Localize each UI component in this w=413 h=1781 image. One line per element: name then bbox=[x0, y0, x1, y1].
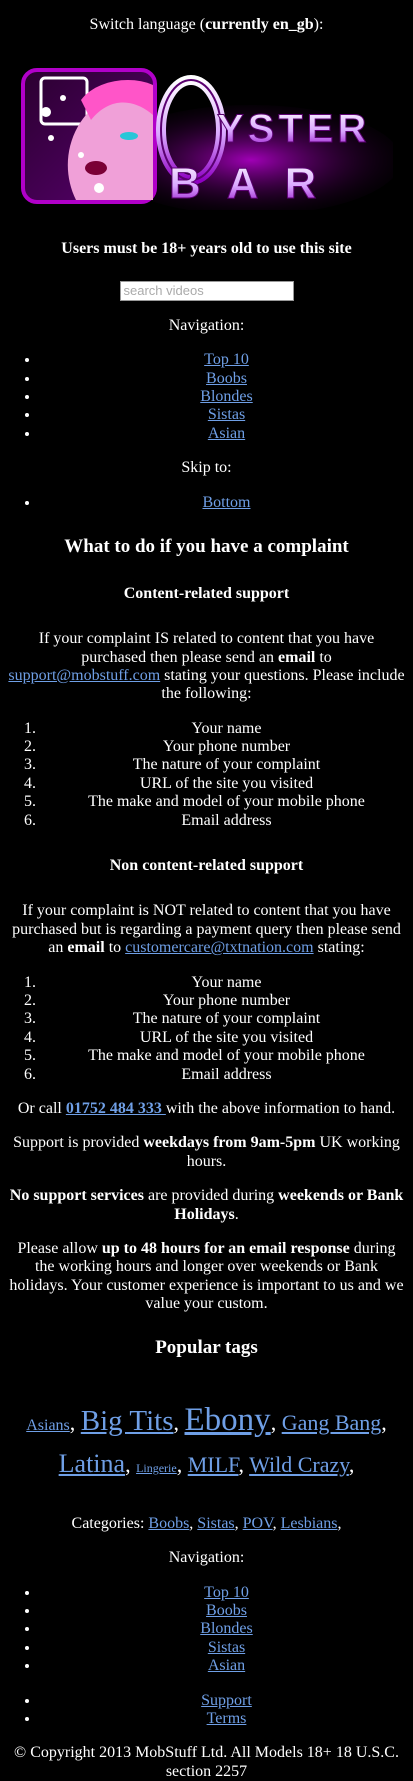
footer-link-sistas[interactable]: Sistas bbox=[208, 1639, 245, 1656]
tag-link-big-tits[interactable]: Big Tits bbox=[81, 1405, 174, 1437]
list-item: Your name bbox=[40, 974, 413, 992]
nav-link-boobs[interactable]: Boobs bbox=[206, 370, 247, 387]
category-link-pov[interactable]: POV bbox=[243, 1515, 273, 1532]
skip-list: Bottom bbox=[0, 494, 413, 512]
category-link-lesbians[interactable]: Lesbians bbox=[281, 1515, 338, 1532]
noncontent-support-text: If your complaint is NOT related to cont… bbox=[12, 902, 401, 957]
site-logo[interactable]: YSTER BAR bbox=[20, 60, 393, 211]
tag-link-asians[interactable]: Asians bbox=[26, 1417, 70, 1434]
current-language[interactable]: currently en_gb bbox=[205, 16, 314, 33]
skip-link-bottom[interactable]: Bottom bbox=[202, 494, 250, 511]
tag-link-wild-crazy[interactable]: Wild Crazy bbox=[249, 1452, 349, 1477]
tag-separator: , bbox=[348, 1452, 355, 1478]
list-item: The make and model of your mobile phone bbox=[40, 1047, 413, 1065]
nav-item: Terms bbox=[40, 1710, 413, 1728]
tag-link-ebony[interactable]: Ebony bbox=[185, 1402, 271, 1438]
language-suffix: ): bbox=[313, 16, 324, 33]
nav-list: Top 10 Boobs Blondes Sistas Asian bbox=[0, 351, 413, 443]
nav-link-asian[interactable]: Asian bbox=[208, 425, 245, 442]
nav-item: Blondes bbox=[40, 388, 413, 406]
list-item: Email address bbox=[40, 812, 413, 830]
list-item: Your phone number bbox=[40, 738, 413, 756]
categories: Categories: Boobs, Sistas, POV, Lesbians… bbox=[71, 1514, 342, 1532]
list-item: URL of the site you visited bbox=[40, 775, 413, 793]
tag-link-milf[interactable]: MILF bbox=[188, 1452, 239, 1477]
tag-separator: , bbox=[238, 1452, 250, 1478]
footer-link-asian[interactable]: Asian bbox=[208, 1657, 245, 1674]
tag-separator: , bbox=[270, 1410, 282, 1436]
nav-item: Asian bbox=[40, 1657, 413, 1675]
tag-link-gang-bang[interactable]: Gang Bang bbox=[282, 1410, 382, 1435]
customercare-email-link[interactable]: customercare@txtnation.com bbox=[125, 939, 313, 956]
list-item: Your phone number bbox=[40, 992, 413, 1010]
oyster-bar-logo-icon: YSTER BAR bbox=[20, 60, 393, 211]
tag-link-latina[interactable]: Latina bbox=[59, 1449, 125, 1478]
nav-label: Navigation: bbox=[168, 316, 245, 334]
skip-label: Skip to: bbox=[181, 459, 232, 477]
tag-separator: , bbox=[69, 1410, 81, 1436]
nav-item: Sistas bbox=[40, 406, 413, 424]
tag-separator: , bbox=[381, 1410, 387, 1436]
nav-item: Top 10 bbox=[40, 351, 413, 369]
response-time-text: Please allow up to 48 hours for an email… bbox=[9, 1239, 404, 1313]
nav-item: Support bbox=[40, 1692, 413, 1710]
nav-item: Blondes bbox=[40, 1620, 413, 1638]
search-input[interactable] bbox=[119, 280, 294, 301]
no-support-text: No support services are provided during … bbox=[9, 1187, 404, 1223]
support-hours-text: Support is provided weekdays from 9am-5p… bbox=[13, 1134, 400, 1170]
search-form bbox=[0, 280, 413, 301]
noncontent-support-title: Non content-related support bbox=[109, 857, 304, 875]
category-link-boobs[interactable]: Boobs bbox=[148, 1515, 189, 1532]
categories-label: Categories: bbox=[71, 1514, 149, 1532]
content-support-title: Content-related support bbox=[123, 584, 290, 602]
svg-text:YSTER: YSTER bbox=[217, 107, 370, 151]
list-item: Email address bbox=[40, 1066, 413, 1084]
footer-link-top-10[interactable]: Top 10 bbox=[204, 1584, 249, 1601]
nav-item: Sistas bbox=[40, 1639, 413, 1657]
footer-link-support[interactable]: Support bbox=[201, 1692, 252, 1709]
list-item: The nature of your complaint bbox=[40, 1010, 413, 1028]
phone-link[interactable]: 01752 484 333 bbox=[66, 1100, 166, 1117]
nav-link-top-10[interactable]: Top 10 bbox=[204, 351, 249, 368]
footer-nav-list: Top 10 Boobs Blondes Sistas Asian bbox=[0, 1584, 413, 1676]
list-item: The nature of your complaint bbox=[40, 756, 413, 774]
tag-separator: , bbox=[125, 1452, 137, 1478]
noncontent-support-list: Your name Your phone number The nature o… bbox=[0, 974, 413, 1084]
svg-text:BAR: BAR bbox=[169, 159, 342, 208]
copyright: © Copyright 2013 MobStuff Ltd. All Model… bbox=[14, 1744, 399, 1780]
tag-separator: , bbox=[176, 1452, 188, 1478]
tag-separator: , bbox=[173, 1410, 185, 1436]
language-switcher: Switch language (currently en_gb): bbox=[0, 0, 413, 34]
footer-info-list: Support Terms bbox=[0, 1692, 413, 1729]
call-text: Or call 01752 484 333 with the above inf… bbox=[17, 1099, 396, 1117]
content-support-text: If your complaint IS related to content … bbox=[8, 630, 405, 703]
nav-item: Boobs bbox=[40, 370, 413, 388]
category-link-sistas[interactable]: Sistas bbox=[197, 1515, 234, 1532]
list-item: URL of the site you visited bbox=[40, 1029, 413, 1047]
nav-item: Boobs bbox=[40, 1602, 413, 1620]
footer-link-blondes[interactable]: Blondes bbox=[200, 1620, 252, 1637]
footer-link-terms[interactable]: Terms bbox=[207, 1710, 247, 1727]
nav-item: Asian bbox=[40, 425, 413, 443]
content-support-list: Your name Your phone number The nature o… bbox=[0, 720, 413, 830]
nav-link-blondes[interactable]: Blondes bbox=[200, 388, 252, 405]
tag-cloud: Asians, Big Tits, Ebony, Gang Bang, Lati… bbox=[0, 1397, 413, 1483]
skip-item: Bottom bbox=[40, 494, 413, 512]
footer-link-boobs[interactable]: Boobs bbox=[206, 1602, 247, 1619]
popular-tags-title: Popular tags bbox=[155, 1337, 258, 1359]
nav-link-sistas[interactable]: Sistas bbox=[208, 406, 245, 423]
footer-nav-label: Navigation: bbox=[168, 1549, 245, 1567]
list-item: Your name bbox=[40, 720, 413, 738]
nav-item: Top 10 bbox=[40, 1584, 413, 1602]
complaint-title: What to do if you have a complaint bbox=[64, 535, 349, 557]
support-email-link[interactable]: support@mobstuff.com bbox=[8, 667, 160, 684]
age-notice: Users must be 18+ years old to use this … bbox=[61, 240, 352, 258]
tag-link-lingerie[interactable]: Lingerie bbox=[136, 1461, 177, 1475]
language-prefix: Switch language ( bbox=[89, 16, 206, 33]
list-item: The make and model of your mobile phone bbox=[40, 793, 413, 811]
